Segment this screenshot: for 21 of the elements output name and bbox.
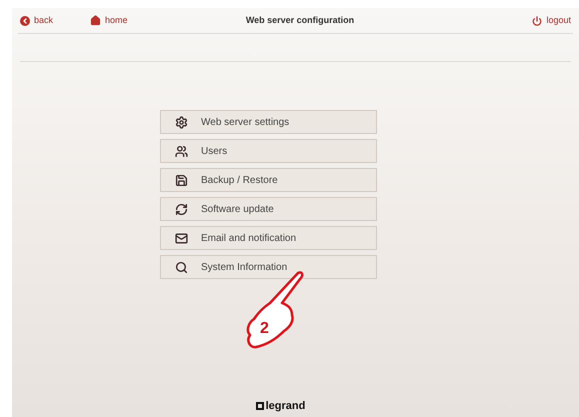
envelope-icon [174, 232, 188, 244]
page-title: Web server configuration [244, 14, 356, 27]
brand-logo: legrand [266, 398, 306, 414]
home-icon [90, 15, 101, 26]
menu-button[interactable]: Software update [160, 197, 377, 221]
refresh-icon [174, 202, 188, 216]
power-icon [532, 16, 542, 26]
back-icon [20, 16, 30, 26]
menu-button[interactable]: System Information [160, 255, 377, 279]
logo-square-icon [256, 402, 264, 410]
gear-icon [174, 116, 188, 128]
step-number: 2 [260, 320, 269, 337]
home-link[interactable]: home [90, 14, 128, 28]
search-icon [174, 260, 188, 274]
menu-button[interactable]: Backup / Restore [160, 168, 377, 192]
menu-button[interactable]: Email and notification [160, 226, 377, 250]
menu-button[interactable]: Web server settings [160, 110, 377, 134]
users-icon [174, 144, 188, 158]
back-link[interactable]: back [20, 14, 90, 28]
menu-button[interactable]: Users [160, 139, 377, 163]
logout-link[interactable]: logout [532, 14, 571, 28]
